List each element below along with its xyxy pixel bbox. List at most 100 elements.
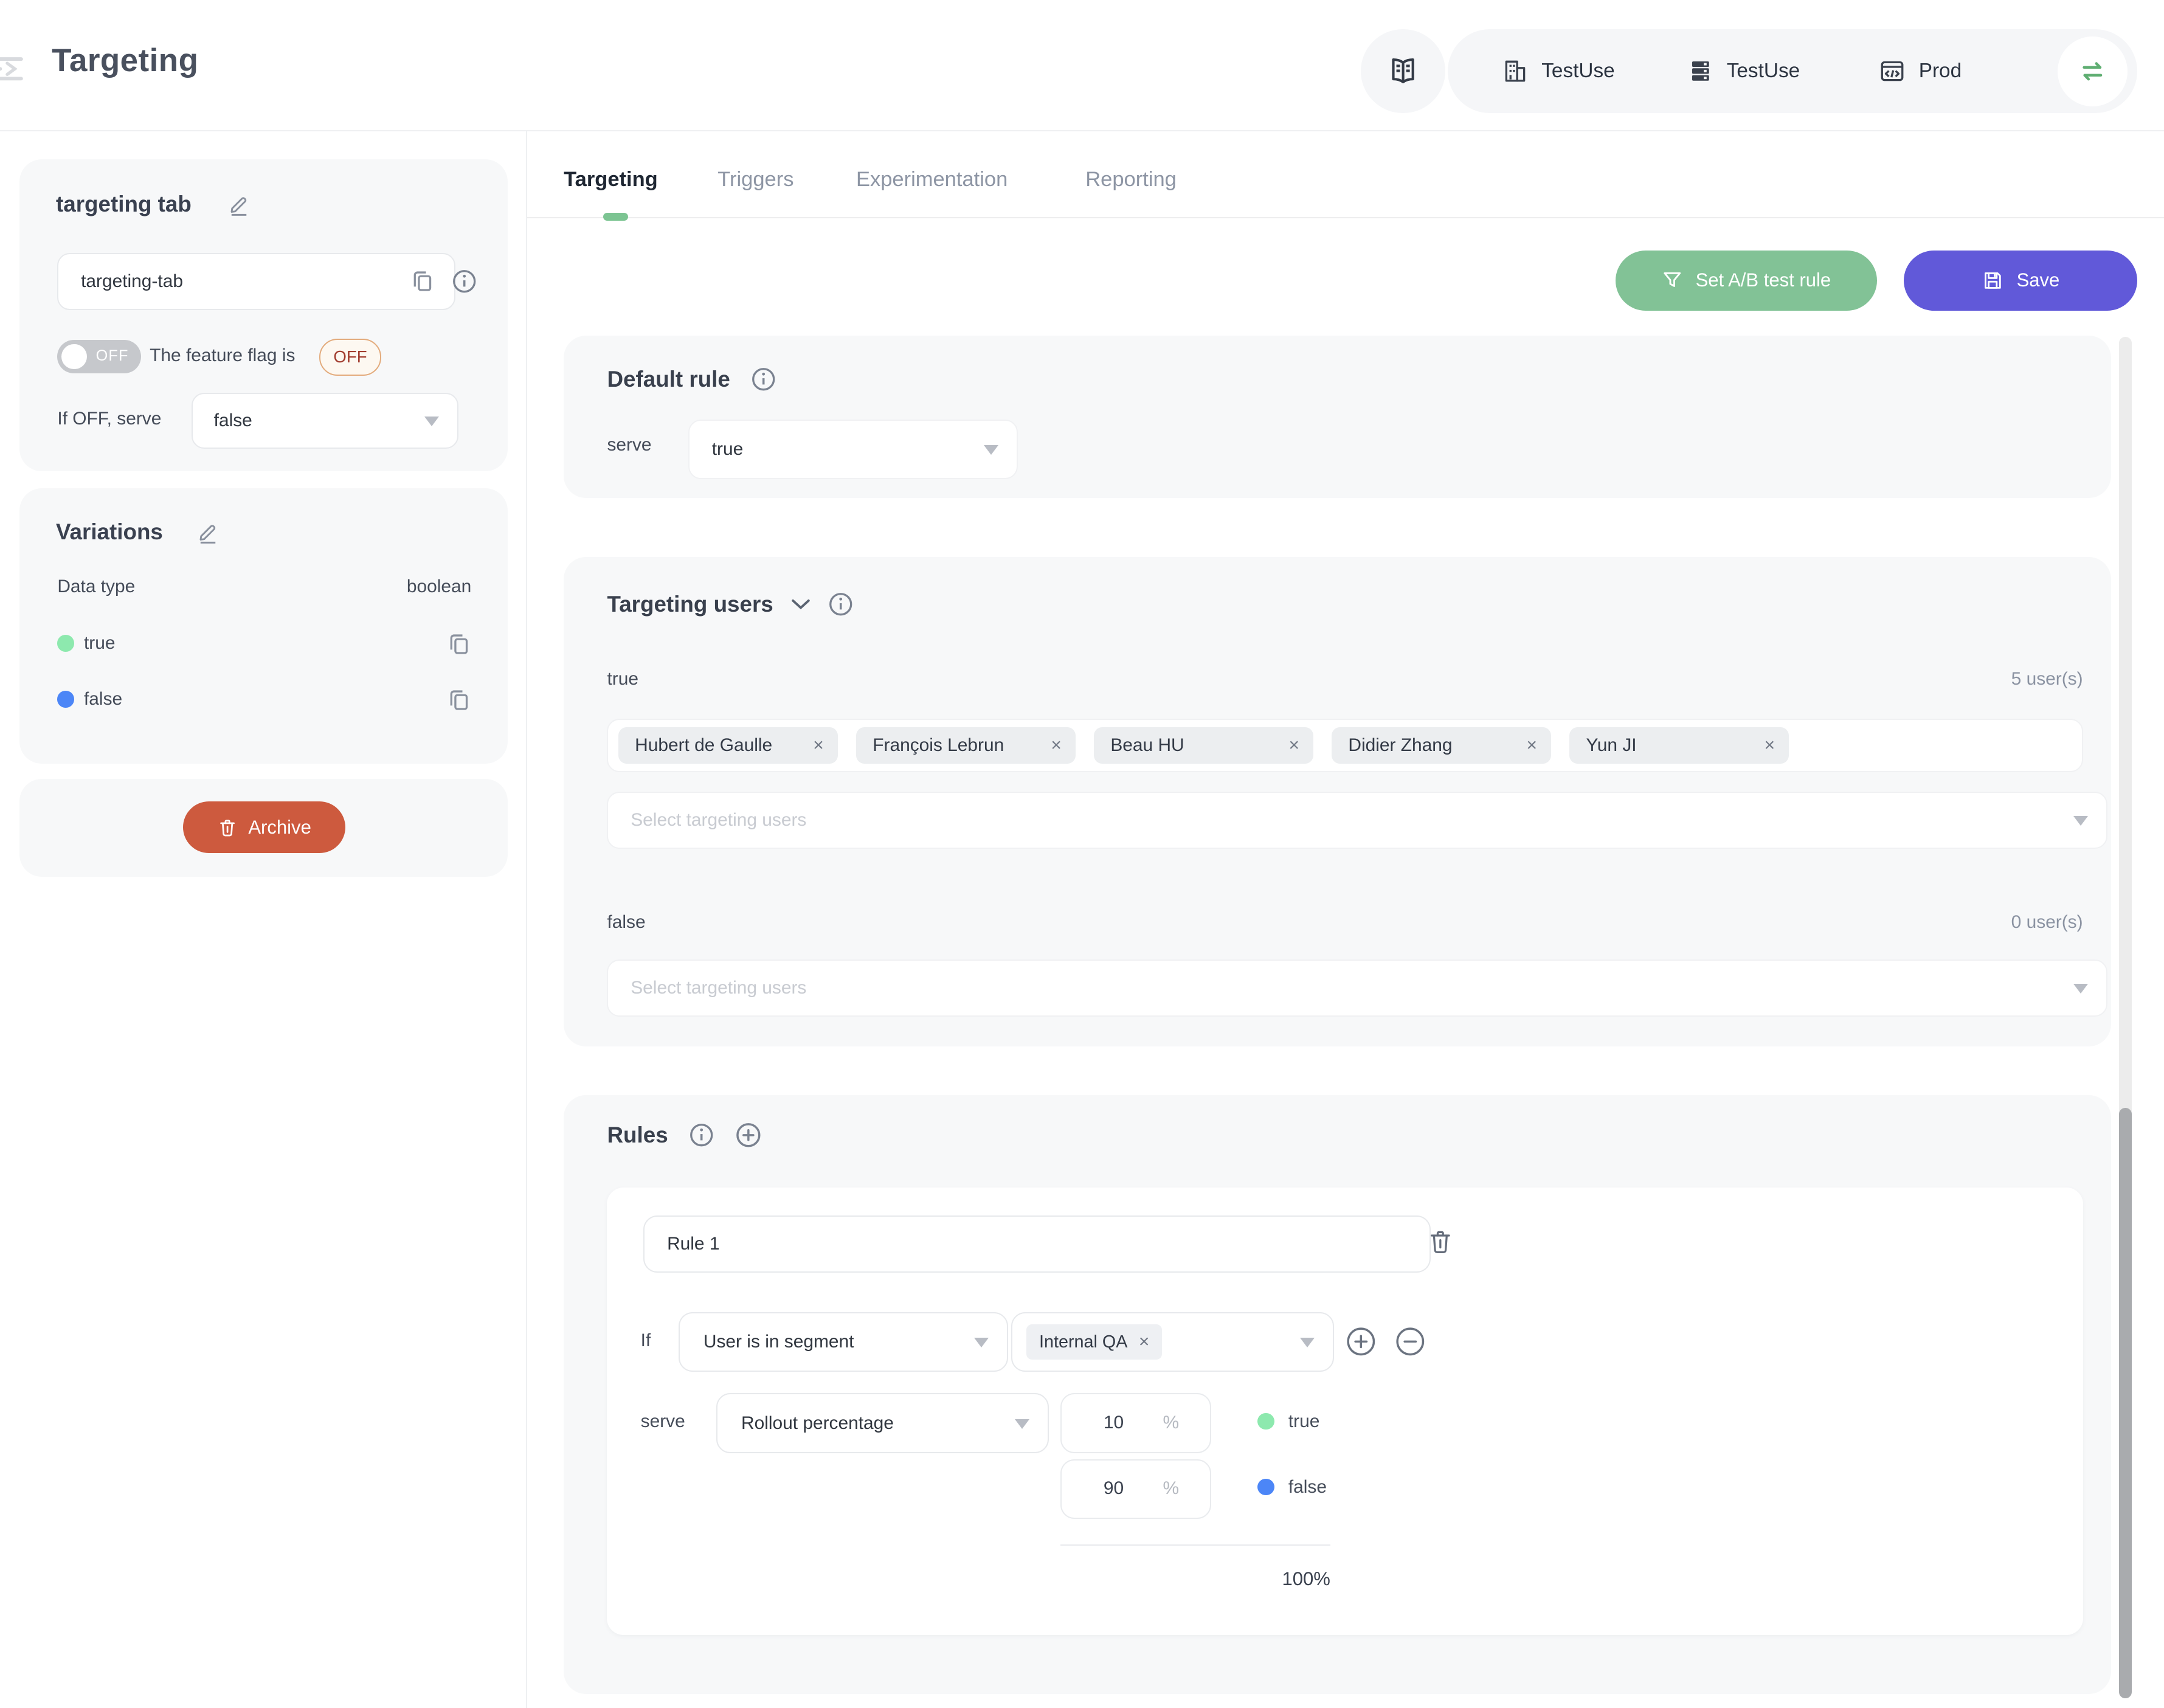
header: Targeting bbox=[0, 0, 2164, 131]
condition-select[interactable]: User is in segment bbox=[679, 1312, 1008, 1372]
rollout-total-divider bbox=[1060, 1544, 1330, 1546]
project-selector[interactable]: TestUse bbox=[1687, 58, 1800, 85]
data-type-value: boolean bbox=[407, 576, 471, 597]
save-label: Save bbox=[2017, 269, 2060, 291]
select-users-true-input[interactable]: Select targeting users bbox=[607, 792, 2107, 849]
default-rule-info-icon[interactable] bbox=[751, 367, 776, 392]
if-label: If bbox=[641, 1330, 651, 1351]
rules-title: Rules bbox=[607, 1122, 668, 1148]
variation-label: true bbox=[84, 633, 116, 654]
toggle-knob bbox=[61, 344, 86, 369]
true-group-label: true bbox=[607, 669, 638, 690]
copy-variation-icon[interactable] bbox=[446, 687, 471, 712]
rollout-input-false[interactable]: 90 % bbox=[1060, 1459, 1211, 1519]
targeting-users-title: Targeting users bbox=[607, 592, 773, 617]
tab-divider bbox=[527, 217, 2164, 218]
set-ab-test-rule-button[interactable]: Set A/B test rule bbox=[1616, 251, 1877, 311]
tab-experimentation[interactable]: Experimentation bbox=[856, 168, 1008, 192]
flag-key-input[interactable]: targeting-tab bbox=[57, 253, 455, 310]
segment-chip: Internal QA bbox=[1026, 1324, 1162, 1360]
variations-card: Variations Data type boolean true false bbox=[19, 488, 508, 764]
feature-flag-toggle[interactable]: OFF bbox=[57, 340, 141, 373]
user-chip: François Lebrun bbox=[856, 727, 1076, 764]
chevron-down-icon bbox=[2073, 816, 2088, 826]
select-users-false-input[interactable]: Select targeting users bbox=[607, 959, 2107, 1017]
remove-user-icon[interactable] bbox=[1765, 735, 1775, 756]
tab-triggers[interactable]: Triggers bbox=[717, 168, 793, 192]
chevron-down-icon bbox=[2073, 984, 2088, 994]
add-condition-icon[interactable] bbox=[1346, 1326, 1377, 1357]
switch-environment-button[interactable] bbox=[2058, 36, 2128, 106]
remove-user-icon[interactable] bbox=[1288, 735, 1299, 756]
off-serve-select[interactable]: false bbox=[192, 393, 458, 448]
archive-button[interactable]: Archive bbox=[183, 801, 345, 853]
remove-user-icon[interactable] bbox=[813, 735, 823, 756]
environment-name: Prod bbox=[1919, 60, 1962, 83]
rules-info-icon[interactable] bbox=[689, 1122, 714, 1147]
toggle-state-label: OFF bbox=[96, 347, 129, 365]
copy-variation-icon[interactable] bbox=[446, 631, 471, 656]
feature-flag-targeting-page: Targeting bbox=[0, 0, 2164, 1708]
flag-name: targeting tab bbox=[56, 192, 192, 217]
save-button[interactable]: Save bbox=[1904, 251, 2137, 311]
code-window-icon bbox=[1878, 57, 1906, 85]
edit-variations-icon[interactable] bbox=[196, 520, 220, 544]
sidebar-divider bbox=[526, 131, 527, 1708]
flag-status-text: The feature flag is bbox=[150, 345, 295, 366]
variation-row-true: true bbox=[57, 631, 471, 656]
rule-serve-label: serve bbox=[641, 1411, 685, 1432]
remove-user-icon[interactable] bbox=[1527, 735, 1537, 756]
delete-rule-icon[interactable] bbox=[1427, 1228, 1454, 1255]
archive-card: Archive bbox=[19, 779, 508, 877]
variation-color-dot bbox=[57, 691, 74, 708]
flag-summary-card: targeting tab targeting-tab OF bbox=[19, 159, 508, 471]
segment-chip-label: Internal QA bbox=[1039, 1332, 1127, 1352]
user-chip-label: François Lebrun bbox=[873, 735, 1004, 756]
default-serve-select[interactable]: true bbox=[688, 420, 1018, 479]
user-chip-label: Yun JI bbox=[1586, 735, 1637, 756]
docs-button[interactable] bbox=[1361, 29, 1445, 113]
user-chip-label: Didier Zhang bbox=[1348, 735, 1452, 756]
scrollbar-thumb[interactable] bbox=[2119, 1108, 2132, 1698]
rollout-variation-label: true bbox=[1288, 1411, 1320, 1432]
remove-user-icon[interactable] bbox=[1051, 735, 1061, 756]
select-users-placeholder: Select targeting users bbox=[631, 810, 806, 831]
rule-card: Rule 1 If User is in segment Internal QA bbox=[607, 1188, 2083, 1635]
variation-label: false bbox=[84, 689, 122, 710]
targeting-users-info-icon[interactable] bbox=[828, 592, 853, 617]
edit-flag-name-icon[interactable] bbox=[227, 193, 251, 216]
serve-mode-select[interactable]: Rollout percentage bbox=[716, 1393, 1049, 1453]
variation-color-dot bbox=[57, 635, 74, 652]
collapse-chevron-icon[interactable] bbox=[792, 599, 810, 610]
environment-selector[interactable]: Prod bbox=[1878, 57, 1962, 85]
environment-switcher: TestUse TestUse bbox=[1448, 29, 2137, 113]
chevron-down-icon bbox=[974, 1338, 989, 1347]
remove-segment-icon[interactable] bbox=[1139, 1332, 1149, 1352]
segment-select[interactable]: Internal QA bbox=[1011, 1312, 1334, 1372]
copy-key-icon[interactable] bbox=[410, 268, 435, 293]
serve-label: serve bbox=[607, 435, 651, 455]
flag-key-info-icon[interactable] bbox=[452, 269, 477, 294]
add-rule-icon[interactable] bbox=[735, 1122, 762, 1149]
rollout-input-true[interactable]: 10 % bbox=[1060, 1393, 1211, 1453]
user-chip: Yun JI bbox=[1569, 727, 1789, 764]
workspace-name: TestUse bbox=[1541, 60, 1614, 83]
user-chip: Beau HU bbox=[1094, 727, 1313, 764]
serve-mode-value: Rollout percentage bbox=[741, 1413, 894, 1434]
chevron-down-icon bbox=[1300, 1338, 1315, 1347]
if-off-serve-label: If OFF, serve bbox=[57, 409, 161, 429]
variation-color-dot bbox=[1257, 1413, 1274, 1430]
ab-test-label: Set A/B test rule bbox=[1696, 269, 1831, 291]
menu-unfold-icon[interactable] bbox=[0, 49, 24, 88]
remove-condition-icon[interactable] bbox=[1395, 1326, 1426, 1357]
default-rule-title: Default rule bbox=[607, 367, 730, 392]
tab-reporting[interactable]: Reporting bbox=[1085, 168, 1177, 192]
true-user-count: 5 user(s) bbox=[2011, 669, 2083, 690]
workspace-selector[interactable]: TestUse bbox=[1501, 57, 1615, 85]
targeted-users-true-box[interactable]: Hubert de Gaulle François Lebrun Beau HU… bbox=[607, 719, 2083, 772]
flag-key-value: targeting-tab bbox=[81, 271, 183, 292]
percent-suffix: % bbox=[1163, 1478, 1180, 1499]
rule-name-input[interactable]: Rule 1 bbox=[643, 1215, 1431, 1273]
condition-value: User is in segment bbox=[703, 1332, 854, 1352]
tab-targeting[interactable]: Targeting bbox=[564, 168, 658, 192]
